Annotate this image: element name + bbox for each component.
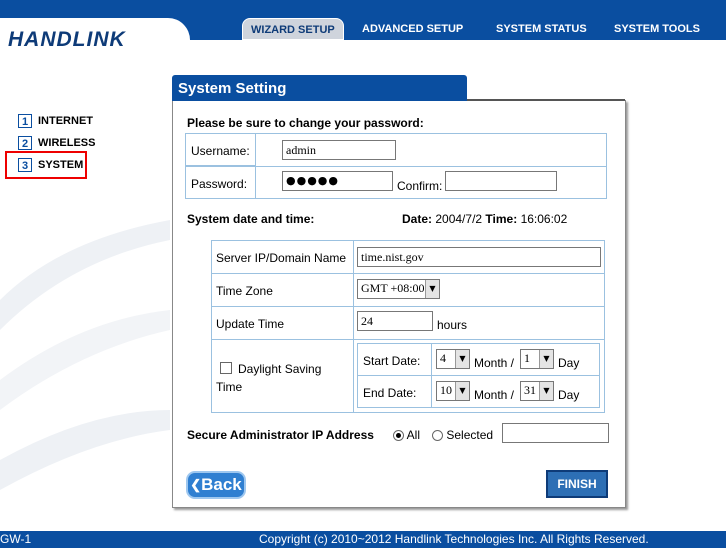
end-date-label: End Date: (363, 386, 417, 400)
daylight-saving-label-2: Time (216, 380, 243, 394)
username-input[interactable]: admin (282, 140, 396, 160)
update-time-unit: hours (437, 318, 468, 332)
timezone-label: Time Zone (216, 284, 273, 298)
background-wave-decoration (0, 220, 170, 490)
day-label: Day (558, 356, 580, 370)
end-month-select[interactable]: 10 ▼ (436, 381, 470, 401)
time-value: 16:06:02 (520, 212, 568, 226)
start-day-value: 1 (524, 351, 530, 365)
header-strip (0, 0, 726, 18)
update-time-input[interactable]: 24 (357, 311, 433, 331)
panel-divider (467, 99, 625, 101)
username-label: Username: (191, 144, 250, 158)
sidebar-item-label: INTERNET (38, 115, 93, 127)
chevron-left-icon: ❮ (190, 477, 202, 492)
update-time-label: Update Time (216, 317, 285, 331)
active-step-highlight (5, 151, 87, 179)
tab-system-status[interactable]: SYSTEM STATUS (488, 18, 595, 40)
radio-selected[interactable]: Selected (432, 428, 493, 442)
dropdown-arrow-icon: ▼ (455, 350, 469, 368)
day-label: Day (558, 388, 580, 402)
table-divider (431, 343, 432, 408)
radio-all-label: All (406, 428, 421, 442)
panel-title: System Setting (172, 75, 467, 101)
dropdown-arrow-icon: ▼ (539, 350, 553, 368)
datetime-heading: System date and time: (187, 212, 315, 226)
confirm-password-input[interactable] (445, 171, 557, 191)
dropdown-arrow-icon: ▼ (455, 382, 469, 400)
daylight-saving-checkbox[interactable] (220, 362, 232, 374)
timezone-select[interactable]: GMT +08:00 ▼ (357, 279, 440, 299)
back-button[interactable]: ❮Back (186, 471, 246, 499)
server-input[interactable]: time.nist.gov (357, 247, 601, 267)
start-date-label: Start Date: (363, 354, 421, 368)
sidebar-item-label: WIRELESS (38, 137, 96, 149)
dropdown-arrow-icon: ▼ (425, 280, 439, 298)
date-label: Date: (402, 212, 433, 226)
dropdown-arrow-icon: ▼ (539, 382, 553, 400)
password-label: Password: (191, 177, 248, 191)
server-label: Server IP/Domain Name (216, 251, 347, 265)
step-number: 2 (18, 136, 32, 151)
timezone-value: GMT +08:00 (361, 281, 425, 295)
tab-advanced-setup[interactable]: ADVANCED SETUP (354, 18, 471, 40)
table-divider (353, 240, 354, 413)
time-label: Time: (485, 212, 518, 226)
end-day-select[interactable]: 31 ▼ (520, 381, 554, 401)
table-divider (357, 375, 600, 376)
radio-selected-label: Selected (446, 428, 494, 442)
radio-icon[interactable] (432, 430, 443, 442)
end-month-value: 10 (440, 383, 452, 397)
radio-all[interactable]: All (393, 428, 420, 442)
table-divider (211, 306, 605, 307)
step-number: 1 (18, 114, 32, 129)
start-month-select[interactable]: 4 ▼ (436, 349, 470, 369)
password-heading: Please be sure to change your password: (187, 116, 424, 130)
footer: GW-1 Copyright (c) 2010~2012 Handlink Te… (0, 531, 726, 548)
current-datetime: Date: 2004/7/2 Time: 16:06:02 (402, 212, 567, 226)
secure-ip-input[interactable] (502, 423, 609, 443)
radio-icon[interactable] (393, 430, 404, 442)
start-day-select[interactable]: 1 ▼ (520, 349, 554, 369)
table-divider (185, 166, 607, 167)
start-month-value: 4 (440, 351, 446, 365)
tab-system-tools[interactable]: SYSTEM TOOLS (606, 18, 708, 40)
daylight-saving-label: Daylight Saving (238, 362, 322, 376)
header-curve (130, 18, 190, 40)
confirm-label: Confirm: (397, 179, 443, 193)
sidebar-item-wireless[interactable]: 2 WIRELESS (18, 135, 95, 151)
table-divider (211, 273, 605, 274)
handlink-logo: HANDLINK (8, 28, 126, 51)
secure-admin-label: Secure Administrator IP Address (187, 428, 374, 442)
password-input[interactable]: ●●●●● (282, 171, 393, 191)
footer-model: GW-1 (0, 532, 32, 546)
back-label: Back (201, 475, 242, 494)
month-label: Month / (474, 356, 515, 370)
finish-button[interactable]: FINISH (546, 470, 608, 498)
date-value: 2004/7/2 (435, 212, 483, 226)
month-label: Month / (474, 388, 515, 402)
table-divider (211, 339, 605, 340)
tab-wizard-setup[interactable]: WIZARD SETUP (242, 18, 344, 40)
footer-copyright: Copyright (c) 2010~2012 Handlink Technol… (259, 532, 649, 546)
end-day-value: 31 (524, 383, 536, 397)
table-divider (255, 166, 256, 199)
sidebar-item-internet[interactable]: 1 INTERNET (18, 113, 93, 129)
